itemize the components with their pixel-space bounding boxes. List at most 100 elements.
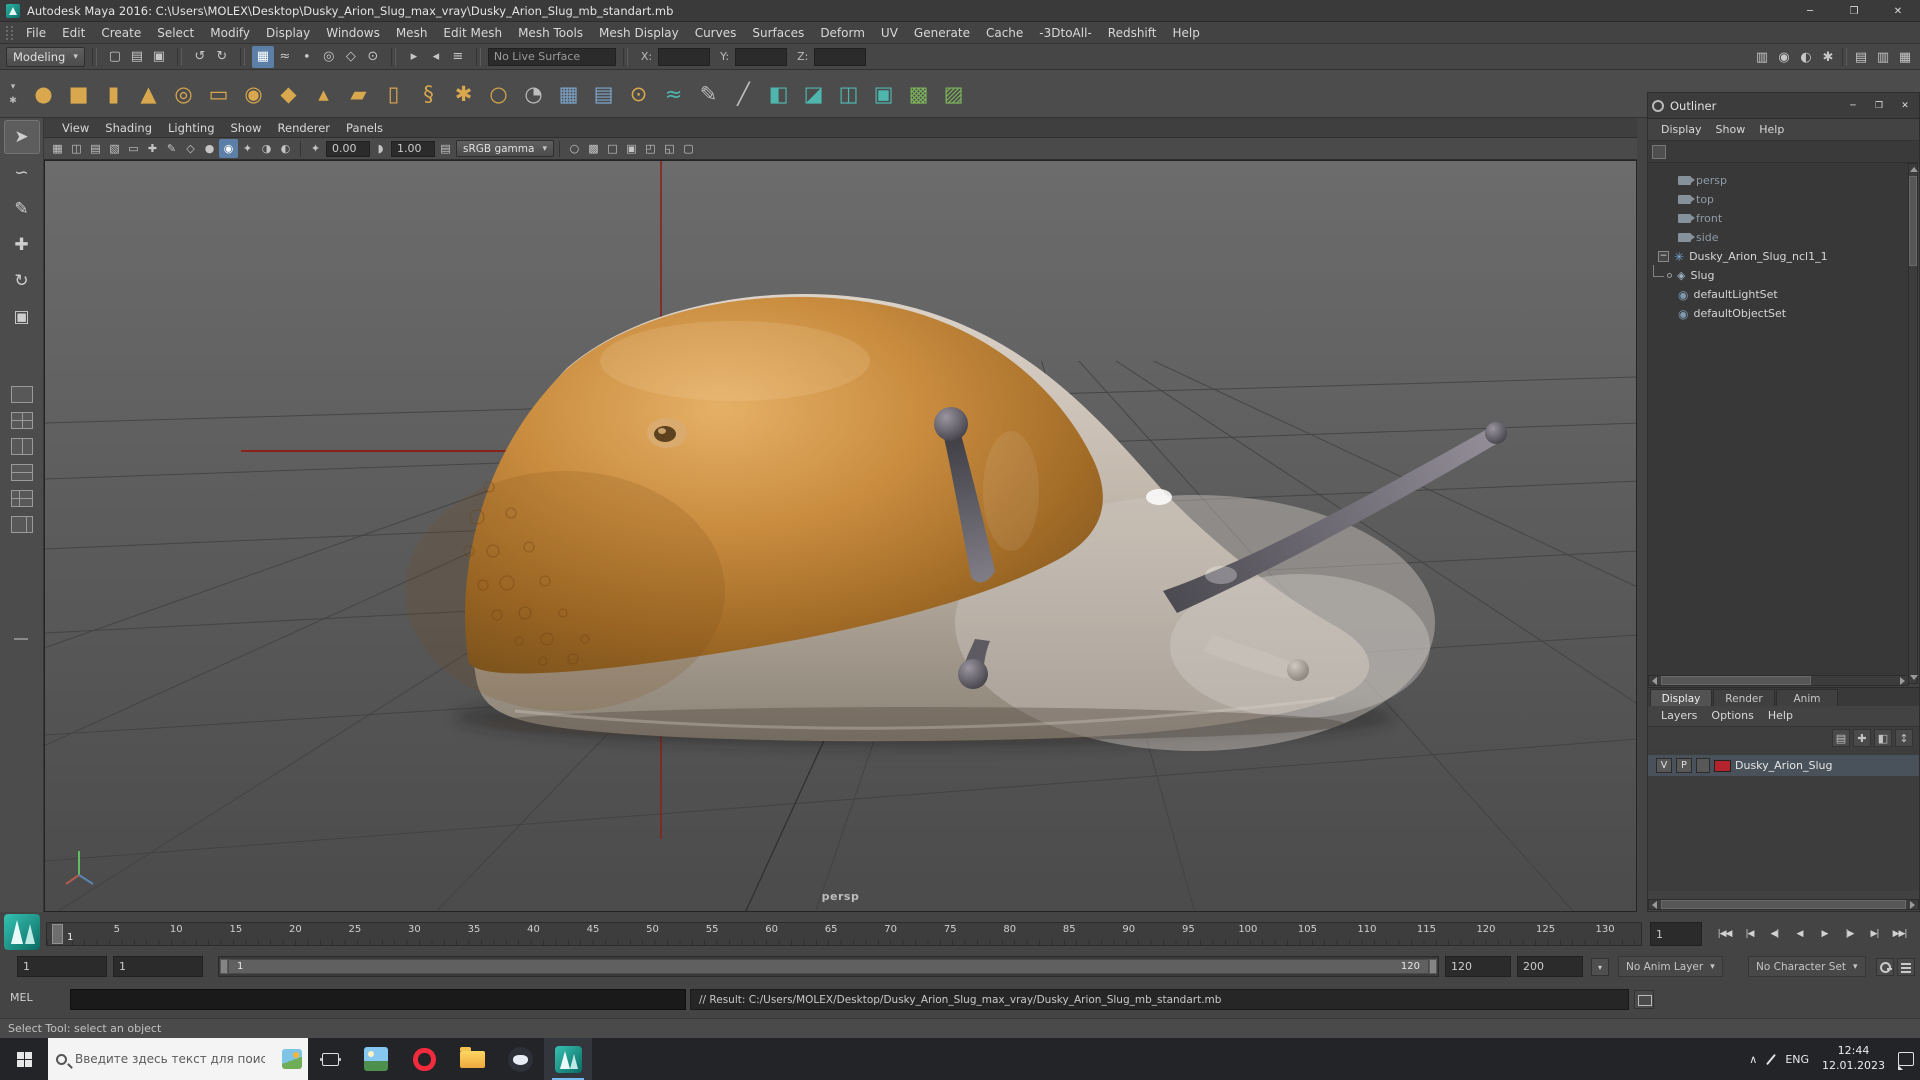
textured-icon[interactable]: ◉	[219, 139, 238, 158]
exposure-field[interactable]: 0.00	[326, 140, 370, 157]
input-connections-icon[interactable]: ▸	[403, 46, 425, 68]
poly-cylinder-icon[interactable]: ▮	[96, 75, 131, 113]
hidden-icons-chevron[interactable]: ∧	[1749, 1053, 1757, 1066]
scale-tool-icon[interactable]: ▣	[4, 300, 40, 334]
three-pane-left-layout-button[interactable]	[11, 490, 33, 507]
poly-pyramid-icon[interactable]: ▴	[306, 75, 341, 113]
bridge-icon[interactable]: ◫	[831, 75, 866, 113]
outliner-menu-item[interactable]: Help	[1752, 119, 1791, 141]
snap-to-grids-icon[interactable]: ▦	[251, 45, 274, 68]
panel-menu-item[interactable]: Panels	[338, 118, 391, 138]
scroll-left-icon[interactable]	[1652, 677, 1657, 685]
poly-cone-icon[interactable]: ▲	[131, 75, 166, 113]
paint-select-tool-icon[interactable]: ✎	[4, 192, 40, 226]
layer-display-type-toggle[interactable]	[1696, 758, 1710, 773]
screen-space-ao-icon[interactable]: ◐	[276, 139, 295, 158]
shadows-icon[interactable]: ◑	[257, 139, 276, 158]
shelf-tab-caret-icon[interactable]: ▾	[11, 82, 16, 92]
select-tool-icon[interactable]: ➤	[3, 120, 40, 154]
snap-to-projected-center-icon[interactable]: ◎	[318, 46, 340, 68]
shelf-gear-icon[interactable]: ✱	[9, 96, 17, 106]
grease-pencil-icon[interactable]: ✎	[162, 139, 181, 158]
current-frame-marker[interactable]	[52, 924, 63, 944]
poly-disc-icon[interactable]: ◉	[236, 75, 271, 113]
start-button[interactable]	[0, 1038, 48, 1080]
bevel-icon[interactable]: ◪	[796, 75, 831, 113]
layer-visibility-toggle[interactable]: V	[1656, 758, 1672, 773]
layer-options-icon[interactable]: ▤	[1832, 729, 1850, 747]
poly-helix-icon[interactable]: §	[411, 75, 446, 113]
menu-item[interactable]: Windows	[318, 22, 388, 44]
extrude-icon[interactable]: ▣	[866, 75, 901, 113]
uv-grid-icon[interactable]: ▦	[551, 75, 586, 113]
outliner-row-lightset[interactable]: ◉ defaultLightSet	[1648, 285, 1909, 304]
curve-tool-icon[interactable]: ≈	[656, 75, 691, 113]
z-coordinate-input[interactable]	[814, 47, 867, 66]
scrollbar-thumb[interactable]	[1661, 900, 1906, 909]
outliner-vertical-scrollbar[interactable]	[1908, 163, 1918, 684]
taskbar-app-photos[interactable]	[352, 1038, 400, 1080]
output-connections-icon[interactable]: ◂	[425, 46, 447, 68]
outliner-tree[interactable]: persp top front side − ✳ Dusky_Arion_Slu…	[1648, 163, 1909, 684]
mesh-grid-icon[interactable]: ▤	[586, 75, 621, 113]
checker-a-icon[interactable]: ▩	[901, 75, 936, 113]
menu-item[interactable]: Cache	[978, 22, 1031, 44]
step-back-key-button[interactable]: |◀	[1737, 922, 1762, 946]
menu-item[interactable]: Generate	[906, 22, 978, 44]
outliner-menu-item[interactable]: Show	[1709, 119, 1753, 141]
action-center-icon[interactable]	[1898, 1052, 1914, 1070]
maximize-button[interactable]: ❐	[1832, 0, 1876, 22]
scroll-left-icon[interactable]	[1652, 901, 1657, 909]
layer-editor-menu-item[interactable]: Help	[1761, 705, 1800, 727]
anim-layer-selector[interactable]: No Anim Layer ▾	[1618, 956, 1723, 977]
search-input[interactable]	[75, 1052, 265, 1066]
layer-editor-menu-item[interactable]: Layers	[1654, 705, 1704, 727]
step-back-frame-button[interactable]: ◀|	[1762, 922, 1787, 946]
menu-item[interactable]: Mesh Tools	[510, 22, 591, 44]
layer-editor-menu-item[interactable]: Options	[1704, 705, 1760, 727]
menubar-drag-handle[interactable]	[6, 25, 13, 40]
taskbar-app-discord[interactable]	[496, 1038, 544, 1080]
2d-pan-zoom-icon[interactable]: ✚	[143, 139, 162, 158]
menu-item[interactable]: Select	[149, 22, 202, 44]
go-to-start-button[interactable]: |◀◀	[1712, 922, 1737, 946]
exposure-icon[interactable]: ✦	[306, 139, 325, 158]
open-render-view-icon[interactable]: ▥	[1751, 46, 1773, 68]
poly-cube-icon[interactable]: ■	[61, 75, 96, 113]
outliner-row-top[interactable]: top	[1648, 190, 1909, 209]
live-surface-field[interactable]: No Live Surface	[487, 47, 616, 66]
camera-attributes-icon[interactable]: ▤	[86, 139, 105, 158]
gate-mask-icon[interactable]: ▣	[622, 139, 641, 158]
shelf-switcher[interactable]: ▾ ✱	[0, 72, 26, 116]
mel-result-field[interactable]: // Result: C:/Users/MOLEX/Desktop/Dusky_…	[690, 989, 1629, 1010]
animation-preferences-icon[interactable]	[1897, 958, 1915, 976]
menu-item[interactable]: Deform	[812, 22, 873, 44]
attribute-editor-toggle-icon[interactable]: ▤	[1850, 46, 1872, 68]
pen-tray-icon[interactable]	[1766, 1053, 1777, 1065]
menu-item[interactable]: Curves	[687, 22, 745, 44]
colorspace-selector[interactable]: sRGB gamma ▾	[456, 140, 554, 157]
poly-plane-icon[interactable]: ▭	[201, 75, 236, 113]
channel-box-toggle-icon[interactable]: ▦	[1894, 46, 1916, 68]
menu-item[interactable]: Display	[258, 22, 318, 44]
snap-to-view-planes-icon[interactable]: ◇	[340, 46, 362, 68]
image-plane-icon[interactable]: ▭	[124, 139, 143, 158]
field-chart-icon[interactable]: ▩	[584, 139, 603, 158]
gamma-icon[interactable]: ◗	[371, 139, 390, 158]
select-camera-icon[interactable]: ▦	[48, 139, 67, 158]
y-coordinate-input[interactable]	[735, 47, 788, 66]
menu-item[interactable]: Edit Mesh	[435, 22, 510, 44]
taskbar-app-opera[interactable]	[400, 1038, 448, 1080]
menu-item[interactable]: Create	[93, 22, 149, 44]
minimize-button[interactable]: ─	[1788, 0, 1832, 22]
taskbar-clock[interactable]: 12:44 12.01.2023	[1822, 1044, 1885, 1074]
four-pane-layout-button[interactable]	[11, 412, 33, 429]
layer-list[interactable]: V P Dusky_Arion_Slug	[1648, 749, 1919, 891]
two-pane-side-layout-button[interactable]	[11, 438, 33, 455]
checker-b-icon[interactable]: ▨	[936, 75, 971, 113]
range-start-handle[interactable]	[220, 959, 228, 974]
menu-item[interactable]: Modify	[202, 22, 258, 44]
script-editor-icon[interactable]	[1634, 990, 1654, 1009]
three-pane-right-layout-button[interactable]	[11, 516, 33, 533]
scroll-up-icon[interactable]	[1910, 167, 1918, 172]
